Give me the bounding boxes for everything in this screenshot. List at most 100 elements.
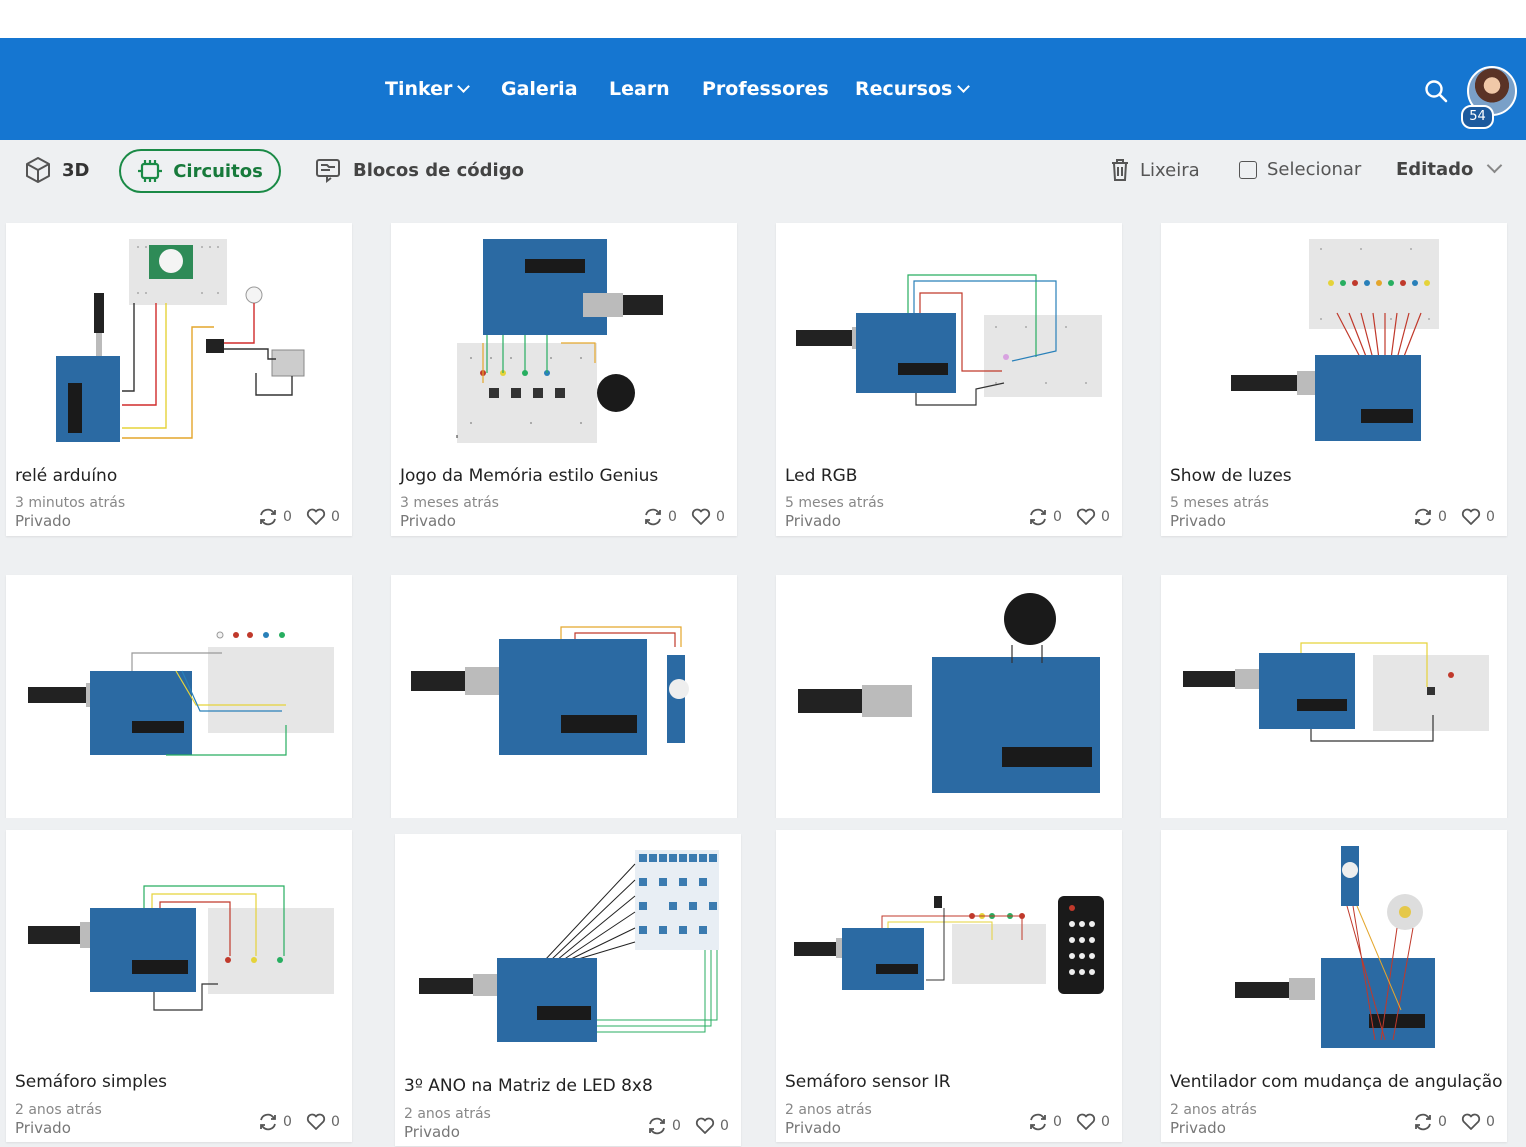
card-title[interactable]: 3º ANO na Matriz de LED 8x8 <box>404 1076 653 1096</box>
sort-dropdown[interactable]: Editado <box>1396 157 1503 180</box>
remix-count: 0 <box>258 508 292 526</box>
design-toolbar: 3D Circuitos Blocos de código Lixeira Se… <box>0 140 1526 202</box>
like-button[interactable]: 0 <box>1461 1113 1495 1131</box>
search-icon[interactable] <box>1424 79 1448 103</box>
design-card[interactable] <box>776 575 1122 818</box>
nav-professores[interactable]: Professores <box>702 78 829 100</box>
heart-icon <box>1076 1113 1096 1130</box>
card-title[interactable]: relé arduíno <box>15 466 117 486</box>
design-card[interactable]: Show de luzes 5 meses atrás Privado 0 0 <box>1161 223 1507 536</box>
tab-circuitos[interactable]: Circuitos <box>119 149 281 193</box>
remix-count: 0 <box>1413 1113 1447 1131</box>
nav-galeria-label: Galeria <box>501 78 578 100</box>
circuit-thumbnail <box>28 631 334 756</box>
circuit-thumbnail <box>1231 239 1439 441</box>
chevron-down-icon <box>1487 157 1503 174</box>
checkbox-icon[interactable] <box>1239 160 1257 179</box>
card-privacy: Privado <box>400 512 456 530</box>
trash-button[interactable]: Lixeira <box>1110 158 1200 182</box>
tab-3d-label: 3D <box>62 159 90 181</box>
like-button[interactable]: 0 <box>695 1117 729 1135</box>
design-card[interactable]: Led RGB 5 meses atrás Privado 0 0 <box>776 223 1122 536</box>
nav-galeria[interactable]: Galeria <box>501 78 578 100</box>
notification-badge[interactable]: 54 <box>1461 105 1494 129</box>
card-date: 2 anos atrás <box>785 1102 872 1118</box>
card-privacy: Privado <box>1170 1119 1226 1137</box>
remix-icon <box>260 508 276 526</box>
circuit-thumbnail <box>1235 846 1435 1048</box>
card-date: 5 meses atrás <box>1170 495 1269 511</box>
tab-blocos[interactable]: Blocos de código <box>315 157 524 183</box>
card-privacy: Privado <box>404 1123 460 1141</box>
trash-icon <box>1112 159 1128 181</box>
design-card[interactable]: Ventilador com mudança de angulação 2 an… <box>1161 830 1507 1142</box>
nav-learn[interactable]: Learn <box>609 78 670 100</box>
card-title[interactable]: Ventilador com mudança de angulação <box>1170 1072 1503 1092</box>
remix-count-value: 0 <box>283 509 292 525</box>
remix-count: 0 <box>1028 1113 1062 1131</box>
card-privacy: Privado <box>785 1119 841 1137</box>
nav-learn-label: Learn <box>609 78 670 100</box>
chevron-down-icon <box>957 80 971 93</box>
code-blocks-icon <box>316 159 340 183</box>
like-count-value: 0 <box>1101 509 1110 525</box>
like-button[interactable]: 0 <box>306 508 340 526</box>
like-button[interactable]: 0 <box>1461 508 1495 526</box>
like-count-value: 0 <box>716 509 725 525</box>
remix-count-value: 0 <box>672 1118 681 1134</box>
heart-icon <box>695 1117 715 1134</box>
design-card[interactable] <box>1161 575 1507 818</box>
remix-count: 0 <box>643 508 677 526</box>
like-count-value: 0 <box>1486 1114 1495 1130</box>
heart-icon <box>1076 508 1096 525</box>
heart-icon <box>1461 508 1481 525</box>
like-count-value: 0 <box>1486 509 1495 525</box>
design-card[interactable] <box>391 575 737 818</box>
design-card[interactable]: Semáforo sensor IR 2 anos atrás Privado … <box>776 830 1122 1142</box>
select-toggle[interactable]: Selecionar <box>1239 159 1361 180</box>
grid-divider <box>0 818 1526 829</box>
nav-recursos[interactable]: Recursos <box>855 78 971 100</box>
remix-count-value: 0 <box>1438 509 1447 525</box>
chevron-down-icon <box>457 80 471 93</box>
like-button[interactable]: 0 <box>306 1113 340 1131</box>
tab-3d[interactable]: 3D <box>24 156 89 184</box>
nav-recursos-label: Recursos <box>855 78 953 100</box>
circuit-thumbnail <box>1183 642 1489 742</box>
like-count-value: 0 <box>720 1118 729 1134</box>
heart-icon <box>691 508 711 525</box>
nav-tinker[interactable]: Tinker <box>385 78 471 100</box>
remix-icon <box>260 1113 276 1131</box>
top-navbar: Tinker Galeria Learn Professores Recurso… <box>0 38 1526 140</box>
card-date: 2 anos atrás <box>15 1102 102 1118</box>
card-title[interactable]: Led RGB <box>785 466 857 486</box>
nav-tinker-label: Tinker <box>385 78 453 100</box>
circuit-thumbnail <box>456 239 663 443</box>
remix-count-value: 0 <box>1053 1114 1062 1130</box>
design-card[interactable]: Jogo da Memória estilo Genius 3 meses at… <box>391 223 737 536</box>
design-card[interactable]: relé arduíno 3 minutos atrás Privado 0 0 <box>6 223 352 536</box>
cube-icon <box>26 157 50 183</box>
card-title[interactable]: Semáforo sensor IR <box>785 1072 951 1092</box>
card-title[interactable]: Show de luzes <box>1170 466 1292 486</box>
like-button[interactable]: 0 <box>1076 508 1110 526</box>
design-card[interactable]: 3º ANO na Matriz de LED 8x8 2 anos atrás… <box>395 834 741 1146</box>
browser-top-strip <box>0 0 1526 38</box>
card-title[interactable]: Jogo da Memória estilo Genius <box>400 466 658 486</box>
remix-icon <box>1030 508 1046 526</box>
circuit-thumbnail <box>419 850 719 1042</box>
card-date: 5 meses atrás <box>785 495 884 511</box>
design-card[interactable] <box>6 575 352 818</box>
circuit-thumbnail <box>411 626 689 755</box>
remix-count-value: 0 <box>1438 1114 1447 1130</box>
trash-label: Lixeira <box>1140 159 1200 181</box>
like-button[interactable]: 0 <box>1076 1113 1110 1131</box>
remix-icon <box>1415 1113 1431 1131</box>
heart-icon <box>1461 1113 1481 1130</box>
design-card[interactable]: Semáforo simples 2 anos atrás Privado 0 … <box>6 830 352 1142</box>
tab-blocos-label: Blocos de código <box>353 159 524 181</box>
card-title[interactable]: Semáforo simples <box>15 1072 167 1092</box>
like-count-value: 0 <box>1101 1114 1110 1130</box>
chip-icon <box>138 160 163 182</box>
like-button[interactable]: 0 <box>691 508 725 526</box>
